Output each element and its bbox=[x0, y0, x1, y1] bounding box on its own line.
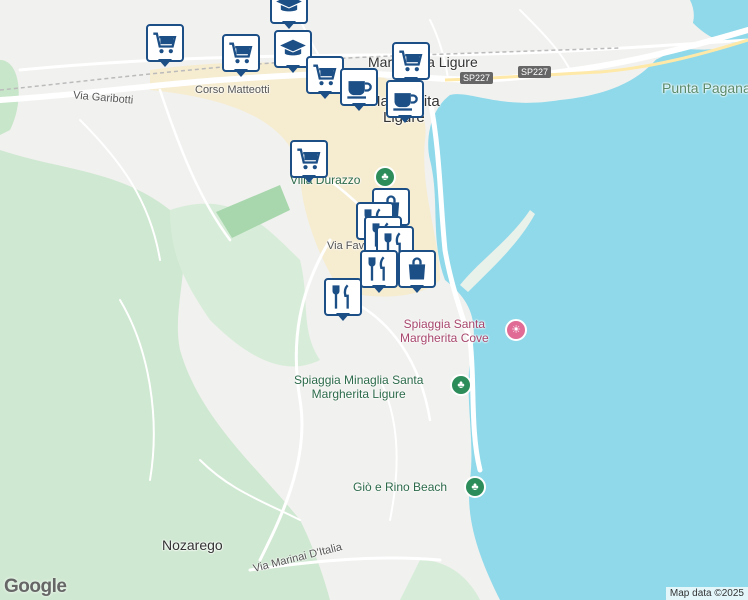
marker-cart[interactable] bbox=[222, 34, 260, 78]
restaurant-icon bbox=[332, 284, 349, 309]
park-pin-icon[interactable]: ♣ bbox=[374, 166, 396, 188]
marker-cart[interactable] bbox=[306, 56, 344, 100]
map-attribution[interactable]: Map data ©2025 bbox=[665, 587, 748, 600]
poi-label-gio-rino-beach[interactable]: Giò e Rino Beach bbox=[353, 480, 447, 494]
poi-label-spiaggia-minaglia[interactable]: Spiaggia Minaglia Santa Margherita Ligur… bbox=[294, 373, 423, 401]
poi-label-spiaggia-minaglia-line2: Margherita Ligure bbox=[311, 387, 406, 401]
marker-bag[interactable] bbox=[398, 250, 436, 294]
park-pin-icon[interactable]: ♣ bbox=[450, 374, 472, 396]
park-pin-icon[interactable]: ♣ bbox=[464, 476, 486, 498]
cart-icon bbox=[399, 50, 423, 72]
cart-icon bbox=[229, 42, 253, 64]
poi-label-spiaggia-santa-cove[interactable]: Spiaggia Santa Margherita Cove bbox=[400, 317, 489, 345]
place-label-punta-pagana: Punta Pagana bbox=[662, 80, 748, 96]
marker-cart[interactable] bbox=[146, 24, 184, 68]
road-label-corso-matteotti: Corso Matteotti bbox=[195, 84, 270, 96]
cart-icon bbox=[297, 148, 321, 170]
road-shield-sp227: SP227 bbox=[460, 72, 494, 84]
marker-cafe[interactable] bbox=[340, 68, 378, 112]
cafe-icon bbox=[347, 81, 372, 99]
marker-restaurant[interactable] bbox=[324, 278, 362, 322]
cafe-icon bbox=[393, 93, 418, 111]
bag-icon bbox=[408, 257, 426, 280]
marker-restaurant[interactable] bbox=[360, 250, 398, 294]
school-icon bbox=[280, 39, 306, 56]
cart-icon bbox=[313, 64, 337, 86]
google-logo[interactable]: Google bbox=[4, 576, 67, 598]
road-shield-sp227: SP227 bbox=[518, 66, 552, 78]
cart-icon bbox=[153, 32, 177, 54]
beach-pin-icon[interactable]: ☀ bbox=[505, 319, 527, 341]
place-label-nozarego: Nozarego bbox=[162, 537, 223, 553]
restaurant-icon bbox=[368, 256, 385, 281]
poi-label-spiaggia-santa-line2: Margherita Cove bbox=[400, 331, 489, 345]
marker-cafe[interactable] bbox=[386, 80, 424, 124]
marker-cart[interactable] bbox=[290, 140, 328, 184]
school-icon bbox=[276, 0, 302, 12]
poi-label-spiaggia-minaglia-line1: Spiaggia Minaglia Santa bbox=[294, 373, 424, 387]
poi-label-spiaggia-santa-line1: Spiaggia Santa bbox=[403, 317, 486, 331]
